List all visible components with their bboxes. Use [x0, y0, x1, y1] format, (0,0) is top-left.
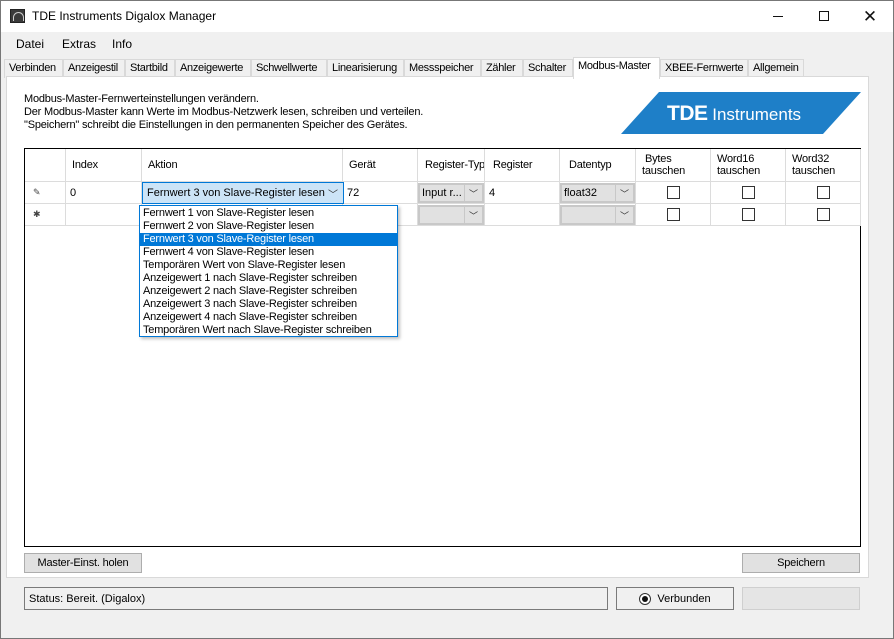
cell-register-typ[interactable]: ﹀: [418, 204, 485, 226]
aktion-combobox[interactable]: Fernwert 3 von Slave-Register lesen ﹀: [142, 182, 344, 204]
word16-tauschen-checkbox[interactable]: [741, 208, 755, 221]
cell-register[interactable]: 4: [485, 182, 560, 204]
cell-bytes-tauschen: [636, 204, 711, 226]
chevron-down-icon[interactable]: ﹀: [464, 207, 482, 223]
cell-datentyp[interactable]: float32 ﹀: [560, 182, 636, 204]
dropdown-option[interactable]: Anzeigewert 4 nach Slave-Register schrei…: [140, 311, 397, 324]
radio-connected-icon: [639, 592, 652, 605]
row-header-corner: [25, 149, 66, 182]
chevron-down-icon[interactable]: ﹀: [464, 185, 482, 201]
tab-modbus-master[interactable]: Modbus-Master: [573, 57, 660, 79]
description-line-1: Modbus-Master-Fernwerteinstellungen verä…: [24, 93, 259, 105]
col-header-bytes-tauschen[interactable]: Bytes tauschen: [636, 149, 711, 182]
connection-label: Verbunden: [657, 592, 711, 605]
maximize-button[interactable]: [801, 1, 847, 31]
cell-register[interactable]: [485, 204, 560, 226]
cell-index[interactable]: [66, 204, 142, 226]
logo-text: TDE Instruments: [667, 102, 801, 126]
disabled-button: [742, 587, 860, 610]
edit-pencil-icon: ✎: [33, 187, 41, 197]
chevron-down-icon[interactable]: ﹀: [615, 207, 633, 223]
register-typ-combobox[interactable]: Input r... ﹀: [418, 183, 484, 203]
minimize-icon: [773, 15, 783, 17]
chevron-down-icon[interactable]: ﹀: [328, 186, 338, 201]
header-line: Word16: [717, 153, 755, 165]
dropdown-option[interactable]: Temporären Wert von Slave-Register lesen: [140, 259, 397, 272]
window-title: TDE Instruments Digalox Manager: [32, 9, 217, 23]
header-line: tauschen: [642, 165, 686, 177]
chevron-down-icon[interactable]: ﹀: [615, 185, 633, 201]
word32-tauschen-checkbox[interactable]: [816, 208, 830, 221]
maximize-icon: [819, 11, 829, 21]
dropdown-option[interactable]: Anzeigewert 2 nach Slave-Register schrei…: [140, 285, 397, 298]
register-typ-combobox[interactable]: ﹀: [418, 205, 484, 225]
close-icon: ✕: [862, 6, 878, 26]
col-header-word32-tauschen[interactable]: Word32 tauschen: [786, 149, 861, 182]
bytes-tauschen-checkbox[interactable]: [666, 208, 680, 221]
cell-word16-tauschen: [711, 182, 786, 204]
cell-word32-tauschen: [786, 182, 861, 204]
header-line: Bytes: [645, 153, 672, 165]
menu-info[interactable]: Info: [112, 37, 132, 51]
description-line-3: "Speichern" schreibt die Einstellungen i…: [24, 119, 408, 131]
cell-register-typ[interactable]: Input r... ﹀: [418, 182, 485, 204]
dropdown-option[interactable]: Temporären Wert nach Slave-Register schr…: [140, 324, 397, 337]
app-gauge-icon: [10, 9, 25, 23]
panel-description: Modbus-Master-Fernwerteinstellungen verä…: [24, 93, 423, 132]
dropdown-option-selected[interactable]: Fernwert 3 von Slave-Register lesen: [140, 233, 397, 246]
word32-tauschen-checkbox[interactable]: [816, 186, 830, 199]
header-line: tauschen: [792, 165, 836, 177]
new-row-asterisk-icon: ✱: [33, 209, 41, 219]
minimize-button[interactable]: [755, 1, 801, 31]
header-line: Word32: [792, 153, 830, 165]
datentyp-combobox[interactable]: float32 ﹀: [560, 183, 635, 203]
word16-tauschen-checkbox[interactable]: [741, 186, 755, 199]
logo-suffix: Instruments: [712, 105, 802, 124]
connection-indicator[interactable]: Verbunden: [616, 587, 734, 610]
cell-bytes-tauschen: [636, 182, 711, 204]
tde-logo: TDE Instruments: [621, 92, 861, 134]
cell-word32-tauschen: [786, 204, 861, 226]
logo-brand: TDE: [667, 102, 708, 125]
dropdown-option[interactable]: Fernwert 1 von Slave-Register lesen: [140, 207, 397, 220]
register-typ-value: Input r...: [422, 187, 462, 199]
col-header-aktion[interactable]: Aktion: [142, 149, 343, 182]
master-einst-holen-button[interactable]: Master-Einst. holen: [24, 553, 142, 573]
col-header-register-typ[interactable]: Register-Typ: [418, 149, 485, 182]
bytes-tauschen-checkbox[interactable]: [666, 186, 680, 199]
cell-geraet[interactable]: 72: [343, 182, 418, 204]
close-button[interactable]: ✕: [847, 1, 893, 31]
app-window: TDE Instruments Digalox Manager ✕ Datei …: [0, 0, 894, 639]
datentyp-combobox[interactable]: ﹀: [560, 205, 635, 225]
cell-index[interactable]: 0: [66, 182, 142, 204]
aktion-dropdown-list: Fernwert 1 von Slave-Register lesen Fern…: [139, 205, 398, 337]
row-header[interactable]: ✎: [25, 182, 66, 204]
cell-word16-tauschen: [711, 204, 786, 226]
row-header[interactable]: ✱: [25, 204, 66, 226]
title-bar: TDE Instruments Digalox Manager ✕: [1, 1, 893, 32]
aktion-value: Fernwert 3 von Slave-Register lesen: [147, 187, 325, 199]
menu-bar: Datei Extras Info: [1, 32, 893, 56]
col-header-word16-tauschen[interactable]: Word16 tauschen: [711, 149, 786, 182]
modbus-master-panel: Modbus-Master-Fernwerteinstellungen verä…: [6, 76, 869, 578]
description-line-2: Der Modbus-Master kann Werte im Modbus-N…: [24, 106, 424, 118]
menu-datei[interactable]: Datei: [16, 37, 44, 51]
dropdown-option[interactable]: Anzeigewert 1 nach Slave-Register schrei…: [140, 272, 397, 285]
dropdown-option[interactable]: Fernwert 4 von Slave-Register lesen: [140, 246, 397, 259]
datentyp-value: float32: [564, 187, 598, 199]
speichern-button[interactable]: Speichern: [742, 553, 860, 573]
header-line: tauschen: [717, 165, 761, 177]
col-header-index[interactable]: Index: [66, 149, 142, 182]
menu-extras[interactable]: Extras: [62, 37, 96, 51]
col-header-register[interactable]: Register: [485, 149, 560, 182]
col-header-datentyp[interactable]: Datentyp: [560, 149, 636, 182]
col-header-geraet[interactable]: Gerät: [343, 149, 418, 182]
dropdown-option[interactable]: Fernwert 2 von Slave-Register lesen: [140, 220, 397, 233]
status-field: Status: Bereit. (Digalox): [24, 587, 608, 610]
dropdown-option[interactable]: Anzeigewert 3 nach Slave-Register schrei…: [140, 298, 397, 311]
cell-datentyp[interactable]: ﹀: [560, 204, 636, 226]
